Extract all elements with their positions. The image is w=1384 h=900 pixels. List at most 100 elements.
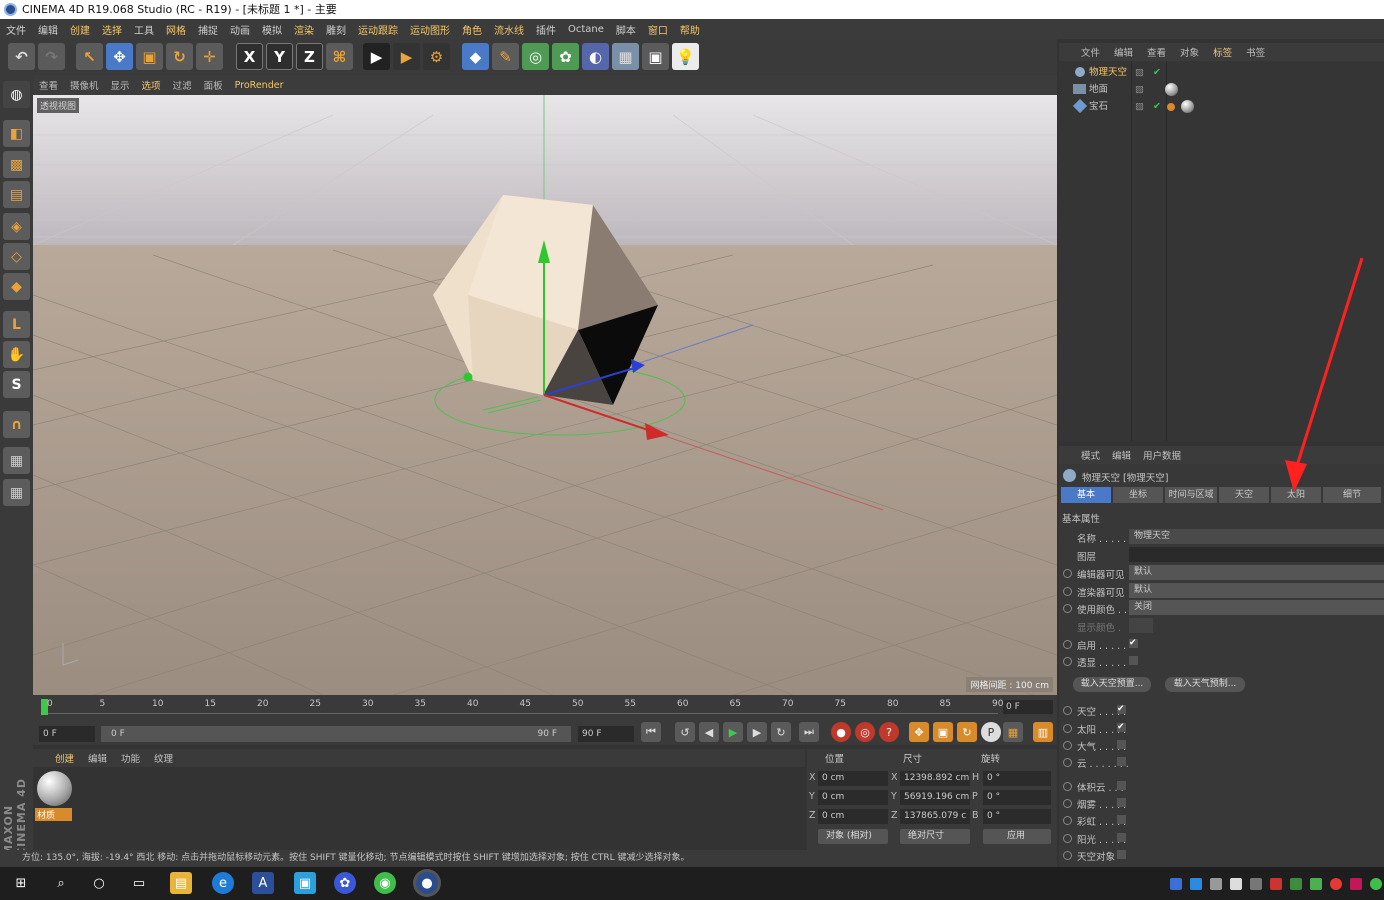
menu-render[interactable]: 渲染	[294, 22, 314, 37]
animate-radio[interactable]	[1063, 834, 1072, 843]
tray-shield-icon[interactable]	[1170, 878, 1182, 890]
play-icon[interactable]: ▶	[723, 722, 743, 742]
menu-snap[interactable]: 捕捉	[198, 22, 218, 37]
file-explorer-icon[interactable]: ▤	[170, 872, 192, 894]
workplane-lock-icon[interactable]: ▦	[3, 447, 30, 474]
animate-radio[interactable]	[1063, 758, 1072, 767]
phong-tag-icon[interactable]	[1167, 103, 1175, 111]
object-row-gem[interactable]: 宝石 ▨ ✔	[1059, 98, 1384, 115]
texture-mode-icon[interactable]: ▩	[3, 151, 30, 178]
tray-app-icon[interactable]	[1250, 878, 1262, 890]
viewport-menu-view[interactable]: 查看	[39, 78, 58, 92]
coord-size-y-field[interactable]: 56919.196 cm	[900, 790, 970, 805]
camera-icon[interactable]: ▣	[642, 43, 669, 70]
end-frame-field[interactable]: 90 F	[578, 726, 634, 742]
menu-motion-tracking[interactable]: 运动跟踪	[358, 22, 398, 37]
menu-sculpt[interactable]: 雕刻	[326, 22, 346, 37]
key-pla-icon[interactable]: ▦	[1003, 722, 1023, 742]
menu-create[interactable]: 创建	[70, 22, 90, 37]
current-frame-field[interactable]: 0 F	[1003, 700, 1053, 714]
tray-app-icon[interactable]	[1190, 878, 1202, 890]
tab-time-location[interactable]: 时间与区域	[1165, 487, 1217, 503]
light-icon[interactable]: 💡	[672, 43, 699, 70]
windows-start-icon[interactable]: ⊞	[10, 872, 32, 894]
record-active-icon[interactable]: ●	[831, 722, 851, 742]
timeline-ruler[interactable]: 0 5 10 15 20 25 30 35 40 45 50 55 60 65 70 75 80 85 90	[41, 699, 1003, 715]
sky-toggle-checkbox[interactable]	[1117, 850, 1126, 859]
select-live-icon[interactable]: ↖	[76, 43, 103, 70]
sky-toggle-checkbox[interactable]	[1117, 833, 1126, 842]
viewport-menu-prorender[interactable]: ProRender	[235, 80, 284, 91]
animate-radio[interactable]	[1063, 741, 1072, 750]
pen-spline-icon[interactable]: ✎	[492, 43, 519, 70]
animate-radio[interactable]	[1063, 640, 1072, 649]
tweak-mode-icon[interactable]: ✋	[3, 341, 30, 368]
cortana-icon[interactable]: ○	[88, 872, 110, 894]
animate-radio[interactable]	[1063, 706, 1072, 715]
animate-radio[interactable]	[1063, 799, 1072, 808]
attr-editor-visible-dropdown[interactable]: 默认	[1129, 565, 1384, 580]
animate-radio[interactable]	[1063, 604, 1072, 613]
edges-mode-icon[interactable]: ◇	[3, 243, 30, 270]
viewport-menu-filter[interactable]: 过滤	[173, 78, 192, 92]
render-view-icon[interactable]: ▶	[363, 43, 390, 70]
menu-character[interactable]: 角色	[462, 22, 482, 37]
last-tool-icon[interactable]: ✛	[196, 43, 223, 70]
animate-radio[interactable]	[1063, 816, 1072, 825]
menu-help[interactable]: 帮助	[680, 22, 700, 37]
next-key-icon[interactable]: ↻	[771, 722, 791, 742]
attr-menu-user-data[interactable]: 用户数据	[1143, 448, 1181, 462]
menu-octane[interactable]: Octane	[568, 24, 604, 35]
object-menu-file[interactable]: 文件	[1081, 45, 1100, 59]
app-icon[interactable]: A	[252, 872, 274, 894]
task-view-icon[interactable]: ▭	[128, 872, 150, 894]
attr-enabled-checkbox[interactable]: ✔	[1129, 639, 1138, 648]
sky-toggle-checkbox[interactable]	[1117, 798, 1126, 807]
enable-check-icon[interactable]: ✔	[1153, 64, 1161, 81]
solo-mode-icon[interactable]: S	[3, 371, 30, 398]
viewport-menu-panel[interactable]: 面板	[204, 78, 223, 92]
coord-mode-dropdown[interactable]: 对象 (相对)	[818, 829, 888, 844]
floor-object-icon[interactable]: ▦	[612, 43, 639, 70]
wechat-icon[interactable]: ◉	[374, 872, 396, 894]
coord-pos-y-field[interactable]: 0 cm	[818, 790, 888, 805]
tab-basic[interactable]: 基本	[1061, 487, 1111, 503]
visibility-toggle-icon[interactable]: ▨	[1135, 64, 1144, 81]
edge-browser-icon[interactable]: e	[212, 872, 234, 894]
cube-object-icon[interactable]: ◆	[462, 43, 489, 70]
previous-frame-icon[interactable]: ◀	[699, 722, 719, 742]
sky-toggle-checkbox[interactable]: ✔	[1117, 705, 1126, 714]
planar-workplane-icon[interactable]: ▦	[3, 479, 30, 506]
tray-app-icon[interactable]	[1210, 878, 1222, 890]
menu-pipeline[interactable]: 流水线	[494, 22, 524, 37]
scheme-menu-icon[interactable]: ▥	[1033, 722, 1053, 742]
redo-icon[interactable]: ↷	[38, 43, 65, 70]
load-weather-preset-button[interactable]: 载入天气预制...	[1165, 677, 1245, 692]
menu-mesh[interactable]: 网格	[166, 22, 186, 37]
object-menu-tags[interactable]: 标签	[1213, 45, 1232, 59]
polygons-mode-icon[interactable]: ◆	[3, 273, 30, 300]
menu-plugins[interactable]: 插件	[536, 22, 556, 37]
material-menu-edit[interactable]: 编辑	[88, 751, 107, 765]
go-to-end-icon[interactable]: ⏭	[799, 722, 819, 742]
object-menu-objects[interactable]: 对象	[1180, 45, 1199, 59]
y-axis-lock-icon[interactable]: Y	[266, 43, 293, 70]
attr-menu-mode[interactable]: 模式	[1081, 448, 1100, 462]
tab-coordinates[interactable]: 坐标	[1113, 487, 1163, 503]
tray-nvidia-icon[interactable]	[1290, 878, 1302, 890]
menu-tools[interactable]: 工具	[134, 22, 154, 37]
sky-toggle-checkbox[interactable]	[1117, 781, 1126, 790]
undo-icon[interactable]: ↶	[8, 43, 35, 70]
perspective-viewport[interactable]: 透视视图 网格间距 : 100 cm	[33, 95, 1057, 695]
app-icon[interactable]: ▣	[294, 872, 316, 894]
snap-icon[interactable]: ∩	[3, 411, 30, 438]
next-frame-icon[interactable]: ▶	[747, 722, 767, 742]
points-mode-icon[interactable]: ◈	[3, 213, 30, 240]
material-preview-icon[interactable]	[37, 771, 72, 806]
subdivision-surface-icon[interactable]: ◎	[522, 43, 549, 70]
menu-animate[interactable]: 动画	[230, 22, 250, 37]
render-settings-icon[interactable]: ⚙	[423, 43, 450, 70]
visibility-toggle-icon[interactable]: ▨	[1135, 98, 1144, 115]
x-axis-lock-icon[interactable]: X	[236, 43, 263, 70]
tray-mic-icon[interactable]	[1230, 878, 1242, 890]
